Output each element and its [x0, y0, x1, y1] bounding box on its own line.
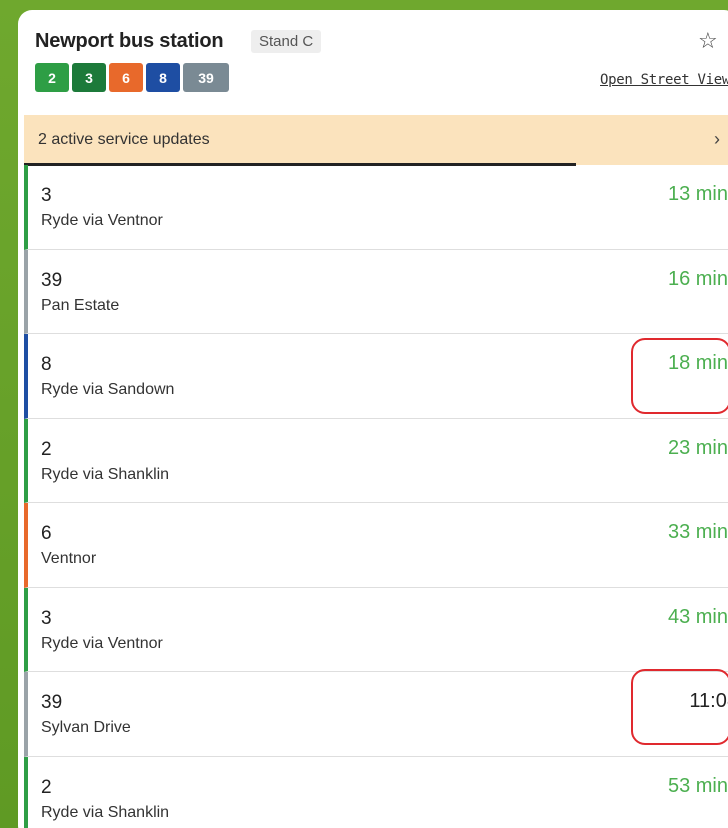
departure-time: 33 mins: [667, 521, 728, 543]
departure-time: 11:08: [689, 690, 728, 712]
departure-destination: Ventnor: [41, 550, 97, 567]
departure-time: 13 mins: [667, 183, 728, 205]
departure-time: 43 mins: [667, 605, 728, 628]
departure-row[interactable]: 2 Ryde via Shanklin 23 mins: [24, 418, 728, 503]
departure-row[interactable]: 3 Ryde via Ventnor 13 mins: [24, 165, 728, 250]
route-badge-8[interactable]: 8: [146, 63, 180, 92]
service-updates-banner[interactable]: 2 active service updates ›: [24, 115, 728, 166]
departure-destination: Pan Estate: [41, 296, 120, 314]
departures-list: 3 Ryde via Ventnor 13 mins 39 Pan Estate 16 m…: [24, 165, 728, 828]
stop-header: Newport bus station Stand C ☆ 2 3 6 8 39 Ope…: [18, 10, 728, 114]
departure-destination: Ryde via Ventnor: [41, 212, 163, 229]
open-street-view-link[interactable]: Open Street View: [600, 72, 728, 88]
departure-time: 23 mins: [667, 436, 728, 459]
service-updates-label: 2 active service updates: [38, 131, 210, 148]
star-icon[interactable]: ☆: [698, 28, 718, 54]
route-badge-3[interactable]: 3: [72, 63, 106, 92]
departure-route: 8: [41, 354, 52, 375]
departure-destination: Ryde via Sandown: [41, 381, 175, 398]
departure-route: 39: [41, 269, 63, 291]
departure-row[interactable]: 39 Pan Estate 16 mins: [24, 249, 728, 334]
stand-badge: Stand C: [251, 30, 322, 53]
departure-destination: Sylvan Drive: [41, 719, 131, 736]
departure-row[interactable]: 3 Ryde via Ventnor 43 mins: [24, 587, 728, 672]
route-badges: 2 3 6 8 39: [35, 63, 229, 92]
departure-route: 3: [41, 607, 52, 629]
departure-route: 3: [41, 185, 52, 206]
departure-destination: Ryde via Shanklin: [41, 803, 170, 821]
departure-destination: Ryde via Shanklin: [41, 465, 170, 483]
departure-row[interactable]: 8 Ryde via Sandown 18 mins: [24, 334, 728, 419]
departure-route: 39: [41, 692, 63, 713]
stop-card: Newport bus station Stand C ☆ 2 3 6 8 39 Ope…: [18, 10, 728, 828]
departure-route: 2: [41, 438, 52, 460]
departure-route: 2: [41, 776, 52, 798]
stop-title: Newport bus station: [35, 30, 224, 52]
departure-time: 53 mins: [667, 774, 728, 797]
route-badge-2[interactable]: 2: [35, 63, 69, 92]
route-badge-6[interactable]: 6: [109, 63, 143, 92]
chevron-right-icon: ›: [714, 129, 720, 149]
departure-row[interactable]: 2 Ryde via Shanklin 53 mins: [24, 756, 728, 828]
departure-row[interactable]: 6 Ventnor 33 mins: [24, 503, 728, 588]
departure-row[interactable]: 39 Sylvan Drive 11:08: [24, 672, 728, 757]
departure-time: 16 mins: [667, 267, 728, 290]
departure-time: 18 mins: [667, 352, 728, 374]
departure-route: 6: [41, 523, 52, 544]
departure-destination: Ryde via Ventnor: [41, 634, 163, 652]
route-badge-39[interactable]: 39: [183, 63, 229, 92]
